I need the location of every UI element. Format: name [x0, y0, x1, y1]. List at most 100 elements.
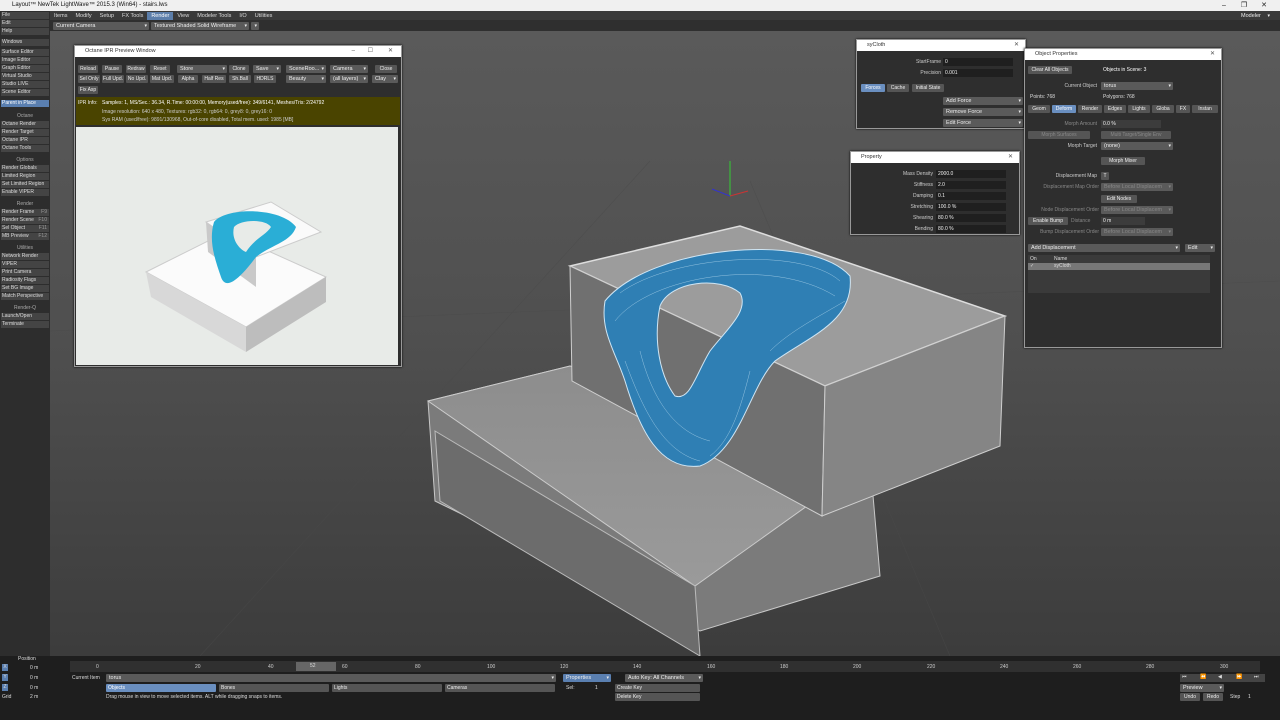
menu-fx-tools[interactable]: FX Tools: [118, 12, 147, 20]
viper-button[interactable]: VIPER: [1, 261, 49, 268]
precision-field[interactable]: 0.001: [943, 69, 1013, 77]
stiffness-field[interactable]: 2.0: [936, 181, 1006, 189]
bump-order-select[interactable]: Before Local Displacem: [1101, 228, 1173, 236]
render-target-button[interactable]: Render Target: [1, 129, 49, 136]
minimize-icon[interactable]: –: [352, 46, 355, 57]
layers-select[interactable]: (all layers): [330, 75, 368, 83]
launch-open-button[interactable]: Launch/Open: [1, 313, 49, 320]
mat-upd-button[interactable]: Mat Upd.: [150, 75, 174, 83]
clay-select[interactable]: Clay: [372, 75, 398, 83]
morph-surfaces-button[interactable]: Morph Surfaces: [1028, 131, 1090, 139]
no-upd-button[interactable]: No Upd.: [126, 75, 148, 83]
current-item-select[interactable]: torus: [106, 674, 556, 682]
view-options-select[interactable]: [251, 22, 259, 30]
menu-utilities[interactable]: Utilities: [251, 12, 277, 20]
fix-asp-button[interactable]: Fix Asp: [78, 86, 98, 94]
bones-button[interactable]: Bones: [219, 684, 329, 692]
file-menu[interactable]: File: [1, 12, 49, 19]
tab-render[interactable]: Render: [1078, 105, 1102, 113]
next-key-icon[interactable]: ⏩: [1236, 674, 1242, 680]
parent-in-place-button[interactable]: Parent in Place: [1, 100, 49, 107]
render-globals-button[interactable]: Render Globals: [1, 165, 49, 172]
radiosity-flags-button[interactable]: Radiosity Flags: [1, 277, 49, 284]
play-reverse-icon[interactable]: ◀: [1218, 674, 1222, 680]
render-frame-button[interactable]: Render Frame F9: [1, 209, 49, 216]
tab-lights[interactable]: Lights: [1128, 105, 1150, 113]
surface-editor-button[interactable]: Surface Editor: [1, 49, 49, 56]
network-render-button[interactable]: Network Render: [1, 253, 49, 260]
sel-only-button[interactable]: Sel Only: [78, 75, 100, 83]
edit-nodes-button[interactable]: Edit Nodes: [1101, 195, 1137, 203]
close-icon[interactable]: ✕: [1254, 0, 1274, 11]
menu-view[interactable]: View: [173, 12, 193, 20]
octane-ipr-button[interactable]: Octane IPR: [1, 137, 49, 144]
stretching-field[interactable]: 100.0 %: [936, 203, 1006, 211]
grid-field[interactable]: 2 m: [30, 694, 38, 700]
sceneroot-select[interactable]: SceneRoo...: [286, 65, 326, 73]
print-camera-button[interactable]: Print Camera: [1, 269, 49, 276]
morph-target-select[interactable]: (none): [1101, 142, 1173, 150]
store-select[interactable]: Store: [177, 65, 227, 73]
edit-menu[interactable]: Edit: [1, 20, 49, 27]
mb-preview-button[interactable]: MB Preview F12: [1, 233, 49, 240]
texture-t-button[interactable]: T: [1101, 172, 1109, 180]
terminate-button[interactable]: Terminate: [1, 321, 49, 328]
tab-cache[interactable]: Cache: [887, 84, 909, 92]
add-displacement-select[interactable]: Add Displacement: [1028, 244, 1180, 252]
checkmark-icon[interactable]: ✓: [1030, 263, 1034, 269]
enable-bump-button[interactable]: Enable Bump: [1028, 217, 1068, 225]
morph-mixer-button[interactable]: Morph Mixer: [1101, 157, 1145, 165]
help-menu[interactable]: Help: [1, 28, 49, 35]
pass-select[interactable]: Beauty: [286, 75, 326, 83]
enable-viper-button[interactable]: Enable VIPER: [1, 189, 49, 196]
prev-key-icon[interactable]: ⏪: [1200, 674, 1206, 680]
list-item[interactable]: ✓ syCloth: [1028, 263, 1210, 270]
match-perspective-button[interactable]: Match Perspective: [1, 293, 49, 300]
camera-select[interactable]: Current Camera: [53, 22, 149, 30]
position-z-field[interactable]: 0 m: [30, 685, 38, 691]
tab-edges[interactable]: Edges: [1104, 105, 1126, 113]
position-y-field[interactable]: 0 m: [30, 675, 38, 681]
clear-all-objects-button[interactable]: Clear All Objects: [1028, 66, 1072, 74]
properties-button[interactable]: Properties: [563, 674, 611, 682]
shearing-field[interactable]: 80.0 %: [936, 214, 1006, 222]
menu-setup[interactable]: Setup: [96, 12, 118, 20]
maximize-icon[interactable]: ☐: [368, 46, 373, 57]
windows-menu[interactable]: Windows: [1, 39, 49, 46]
tab-forces[interactable]: Forces: [861, 84, 885, 92]
cameras-button[interactable]: Cameras: [445, 684, 555, 692]
virtual-studio-button[interactable]: Virtual Studio: [1, 73, 49, 80]
scene-editor-button[interactable]: Scene Editor: [1, 89, 49, 96]
tab-initial-state[interactable]: Initial State: [912, 84, 944, 92]
remove-force-select[interactable]: Remove Force: [943, 108, 1023, 116]
distance-field[interactable]: 0 m: [1101, 217, 1145, 225]
camera-select-ipr[interactable]: Camera: [330, 65, 368, 73]
half-res-button[interactable]: Half Res: [202, 75, 226, 83]
close-icon[interactable]: ✕: [1008, 152, 1013, 163]
full-upd-button[interactable]: Full Upd.: [102, 75, 124, 83]
view-mode-select[interactable]: Textured Shaded Solid Wireframe: [151, 22, 249, 30]
edit-displacement-select[interactable]: Edit: [1185, 244, 1215, 252]
timeline-handle[interactable]: 52: [296, 662, 336, 671]
morph-amount-field[interactable]: 0.0 %: [1101, 120, 1161, 128]
lights-button[interactable]: Lights: [332, 684, 442, 692]
bending-field[interactable]: 80.0 %: [936, 225, 1006, 233]
damping-field[interactable]: 0.1: [936, 192, 1006, 200]
multi-target-button[interactable]: Multi Target/Single Env: [1101, 131, 1171, 139]
close-button[interactable]: Close: [375, 65, 397, 73]
sel-object-button[interactable]: Sel Object F11: [1, 225, 49, 232]
step-field[interactable]: 1: [1248, 693, 1251, 701]
skip-start-icon[interactable]: ⏮: [1182, 674, 1187, 680]
alpha-button[interactable]: Alpha: [178, 75, 198, 83]
octane-render-button[interactable]: Octane Render: [1, 121, 49, 128]
startframe-field[interactable]: 0: [943, 58, 1013, 66]
auto-key-select[interactable]: Auto Key: All Channels: [625, 674, 703, 682]
menu-render[interactable]: Render: [147, 11, 174, 20]
modeler-switch[interactable]: Modeler: [1238, 12, 1272, 20]
studio-live-button[interactable]: Studio LIVE: [1, 81, 49, 88]
tab-deform[interactable]: Deform: [1052, 105, 1076, 113]
image-editor-button[interactable]: Image Editor: [1, 57, 49, 64]
graph-editor-button[interactable]: Graph Editor: [1, 65, 49, 72]
ipr-render-image[interactable]: [76, 127, 398, 365]
displacement-order-select[interactable]: Before Local Displacem: [1101, 183, 1173, 191]
